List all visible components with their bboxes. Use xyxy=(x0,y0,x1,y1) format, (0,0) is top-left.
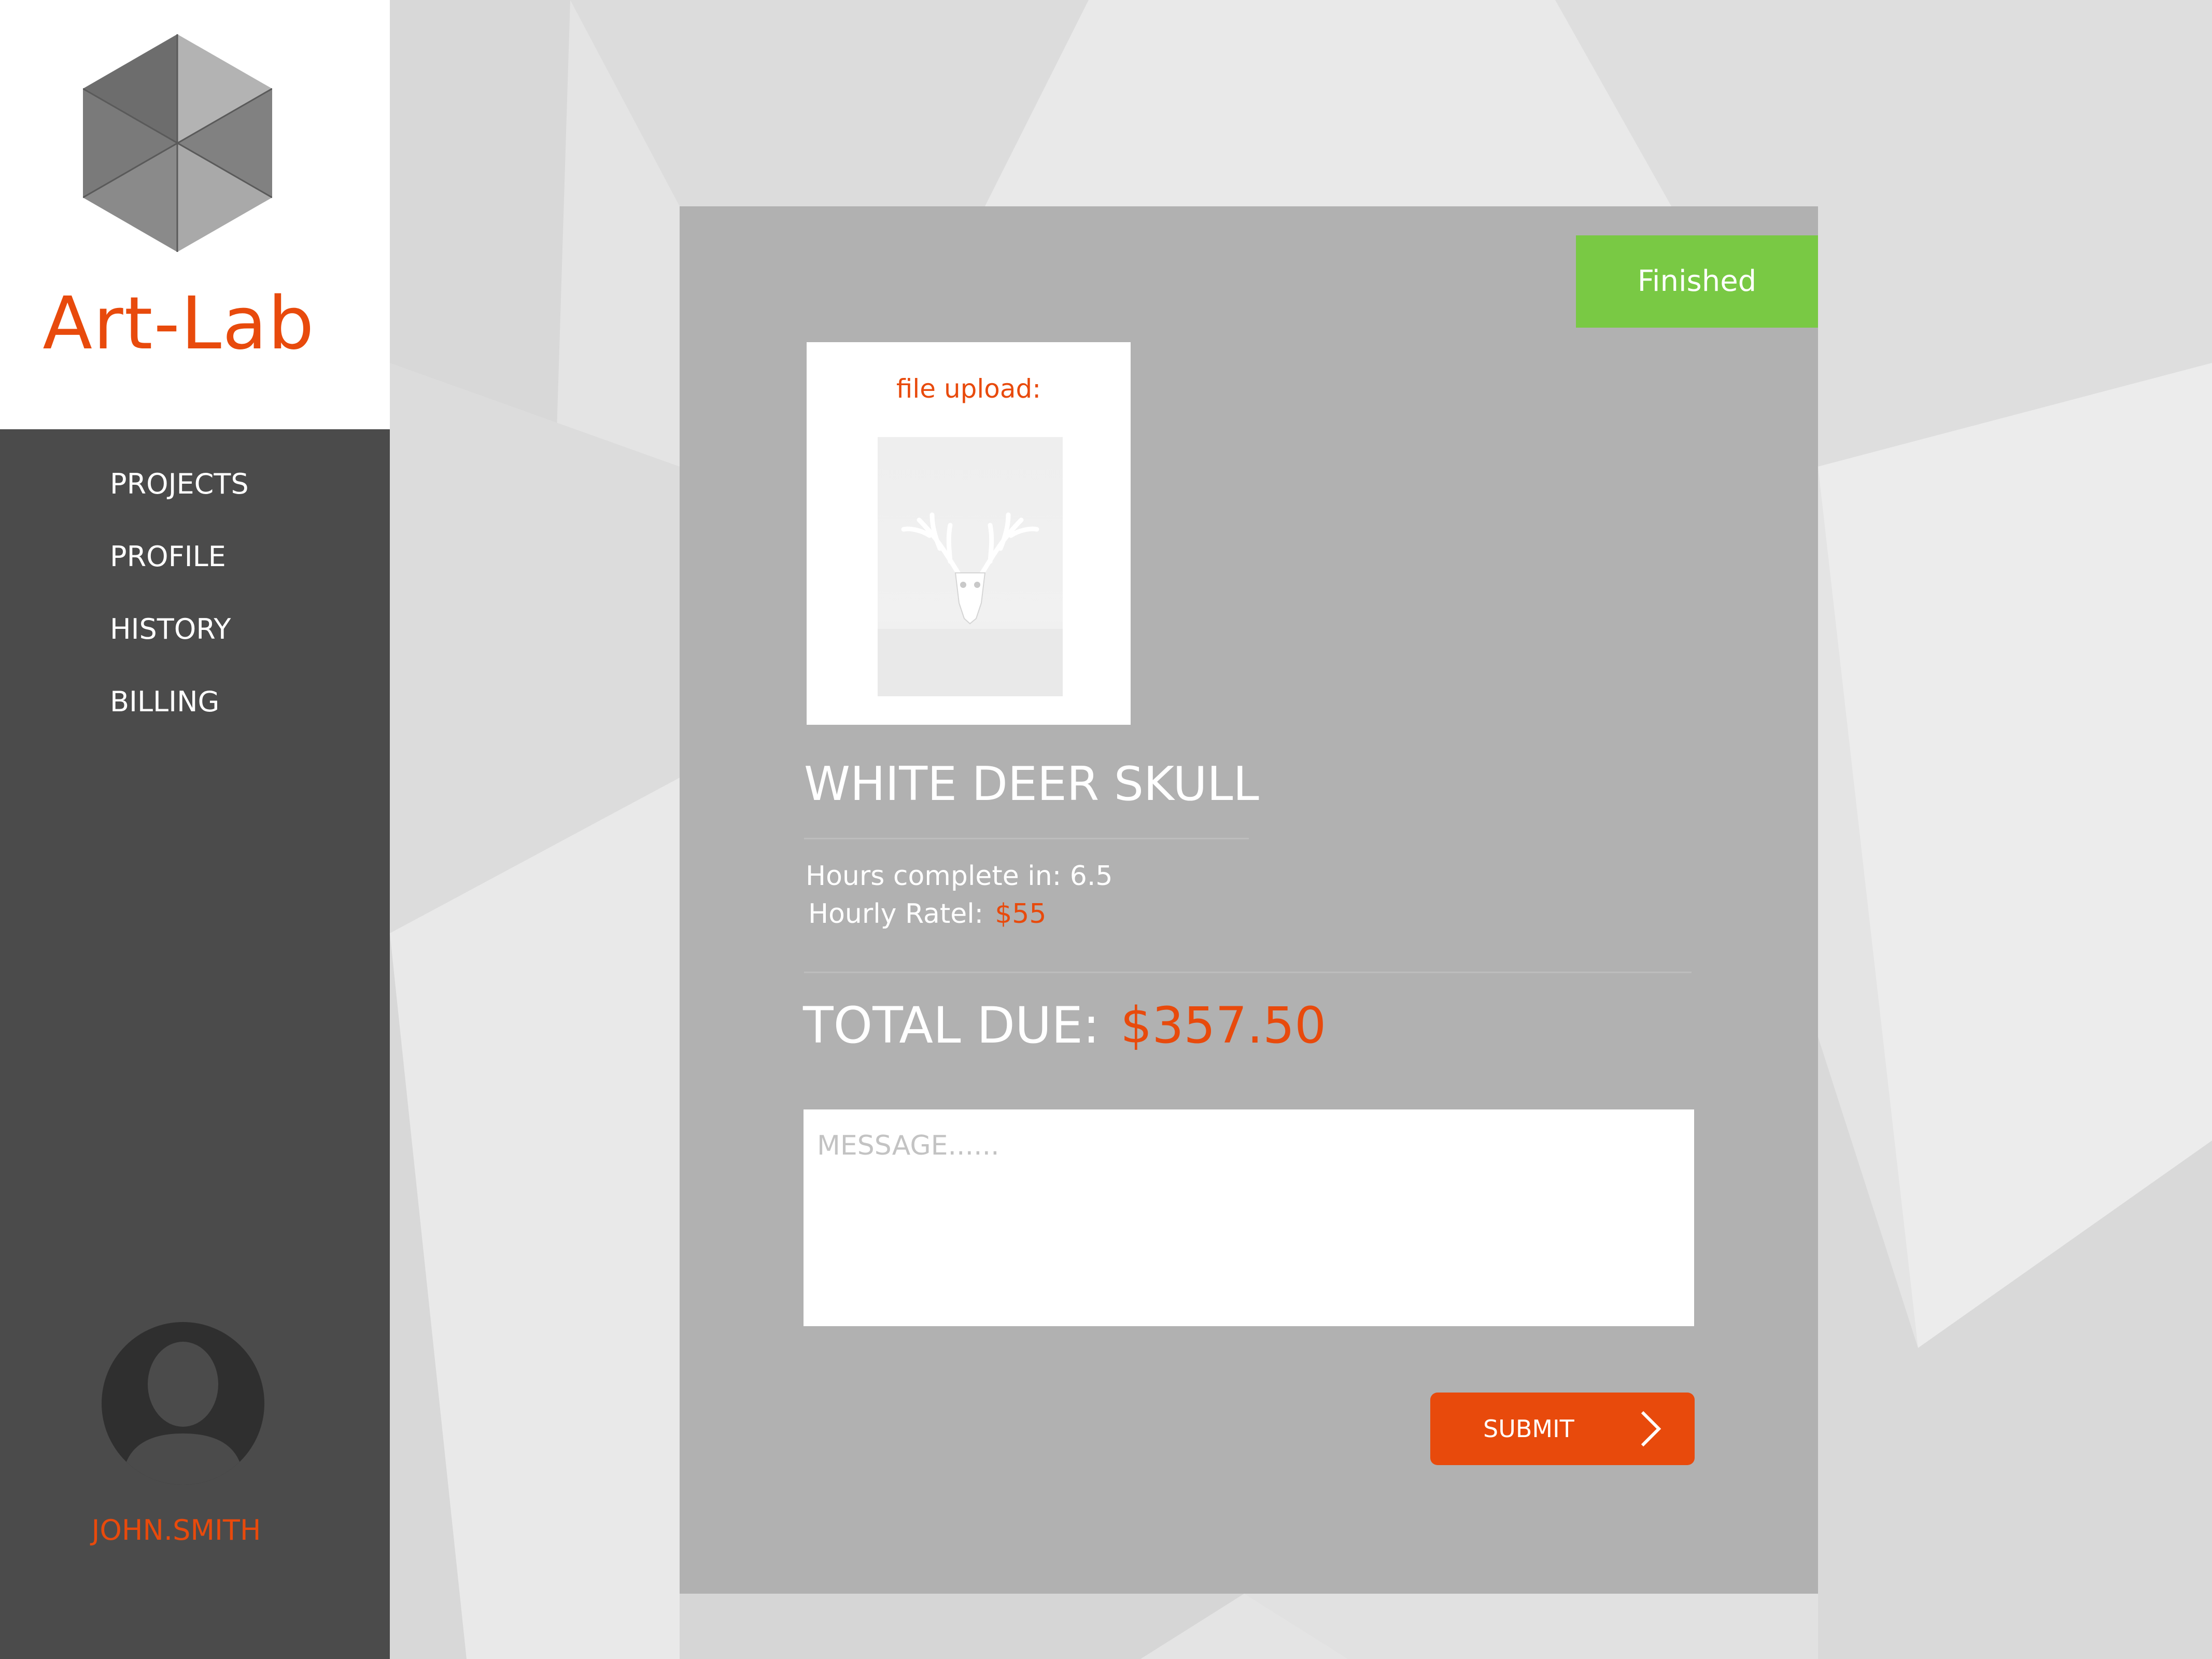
file-upload-label: file upload: xyxy=(896,374,1041,404)
divider xyxy=(804,972,1692,973)
hexagon-logo-icon xyxy=(83,34,272,252)
hourly-rate-label: Hourly Ratel: xyxy=(808,898,984,930)
artwork-thumbnail xyxy=(878,437,1063,696)
total-due-amount: $357.50 xyxy=(1120,996,1327,1055)
username[interactable]: JOHN.SMITH xyxy=(0,1510,353,1551)
total-due-label: TOTAL DUE: xyxy=(803,996,1100,1055)
status-badge: Finished xyxy=(1576,235,1818,328)
brand-name: Art-Lab xyxy=(43,282,315,366)
sidebar-item-profile[interactable]: PROFILE xyxy=(110,536,226,578)
total-due: TOTAL DUE: $357.50 xyxy=(803,992,1326,1059)
project-card: Finished file upload: WHITE DEER SKULL H… xyxy=(680,206,1818,1594)
user-silhouette-icon xyxy=(122,1342,244,1485)
deer-skull-image xyxy=(878,512,1063,696)
file-upload-box[interactable]: file upload: xyxy=(807,342,1131,725)
sidebar-item-history[interactable]: HISTORY xyxy=(110,609,231,650)
hourly-rate: Hourly Ratel: $55 xyxy=(808,895,1046,933)
hourly-rate-value: $55 xyxy=(995,898,1047,930)
sidebar-item-projects[interactable]: PROJECTS xyxy=(110,463,249,505)
sidebar-item-billing[interactable]: BILLING xyxy=(110,681,219,723)
chevron-right-icon xyxy=(1641,1411,1661,1447)
submit-button-label: SUBMIT xyxy=(1483,1415,1574,1443)
sidebar-header: Art-Lab xyxy=(0,0,390,429)
divider xyxy=(804,838,1249,839)
message-input[interactable] xyxy=(804,1109,1694,1326)
hours-complete: Hours complete in: 6.5 xyxy=(806,861,1113,892)
avatar[interactable] xyxy=(102,1322,264,1485)
submit-button[interactable]: SUBMIT xyxy=(1430,1393,1695,1465)
project-title: WHITE DEER SKULL xyxy=(804,757,1259,811)
